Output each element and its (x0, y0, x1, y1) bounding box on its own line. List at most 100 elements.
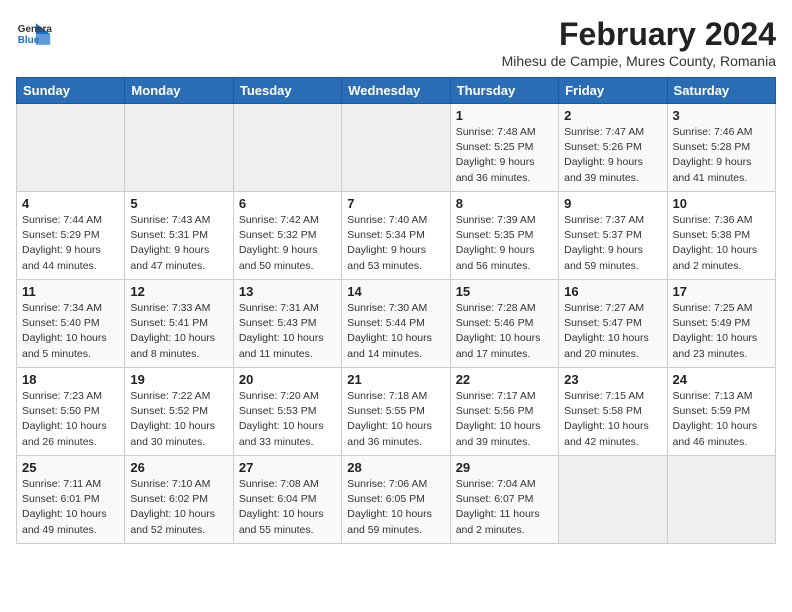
day-number: 16 (564, 284, 661, 299)
calendar-cell: 26 Sunrise: 7:10 AMSunset: 6:02 PMDayligh… (125, 456, 233, 544)
day-info: Sunrise: 7:08 AMSunset: 6:04 PMDaylight:… (239, 477, 336, 538)
calendar-cell: 23 Sunrise: 7:15 AMSunset: 5:58 PMDayligh… (559, 368, 667, 456)
calendar: SundayMondayTuesdayWednesdayThursdayFrid… (16, 77, 776, 544)
day-info: Sunrise: 7:23 AMSunset: 5:50 PMDaylight:… (22, 389, 119, 450)
day-info: Sunrise: 7:10 AMSunset: 6:02 PMDaylight:… (130, 477, 227, 538)
calendar-cell: 1 Sunrise: 7:48 AMSunset: 5:25 PMDaylight… (450, 104, 558, 192)
day-number: 21 (347, 372, 444, 387)
day-info: Sunrise: 7:48 AMSunset: 5:25 PMDaylight:… (456, 125, 553, 186)
day-info: Sunrise: 7:18 AMSunset: 5:55 PMDaylight:… (347, 389, 444, 450)
subtitle: Mihesu de Campie, Mures County, Romania (502, 53, 776, 69)
day-number: 9 (564, 196, 661, 211)
day-info: Sunrise: 7:43 AMSunset: 5:31 PMDaylight:… (130, 213, 227, 274)
calendar-cell: 21 Sunrise: 7:18 AMSunset: 5:55 PMDayligh… (342, 368, 450, 456)
calendar-cell: 18 Sunrise: 7:23 AMSunset: 5:50 PMDayligh… (17, 368, 125, 456)
day-number: 28 (347, 460, 444, 475)
calendar-cell: 14 Sunrise: 7:30 AMSunset: 5:44 PMDayligh… (342, 280, 450, 368)
weekday-header-cell: Saturday (667, 78, 775, 104)
day-info: Sunrise: 7:04 AMSunset: 6:07 PMDaylight:… (456, 477, 553, 538)
day-info: Sunrise: 7:42 AMSunset: 5:32 PMDaylight:… (239, 213, 336, 274)
calendar-cell: 10 Sunrise: 7:36 AMSunset: 5:38 PMDayligh… (667, 192, 775, 280)
day-info: Sunrise: 7:33 AMSunset: 5:41 PMDaylight:… (130, 301, 227, 362)
calendar-cell: 15 Sunrise: 7:28 AMSunset: 5:46 PMDayligh… (450, 280, 558, 368)
day-info: Sunrise: 7:40 AMSunset: 5:34 PMDaylight:… (347, 213, 444, 274)
day-number: 2 (564, 108, 661, 123)
header: General Blue February 2024 Mihesu de Cam… (16, 16, 776, 69)
logo-icon: General Blue (16, 16, 52, 52)
day-info: Sunrise: 7:36 AMSunset: 5:38 PMDaylight:… (673, 213, 770, 274)
day-number: 14 (347, 284, 444, 299)
day-info: Sunrise: 7:06 AMSunset: 6:05 PMDaylight:… (347, 477, 444, 538)
day-info: Sunrise: 7:44 AMSunset: 5:29 PMDaylight:… (22, 213, 119, 274)
calendar-cell: 7Sunrise: 7:40 AMSunset: 5:34 PMDaylight… (342, 192, 450, 280)
calendar-cell: 17Sunrise: 7:25 AMSunset: 5:49 PMDayligh… (667, 280, 775, 368)
calendar-cell: 22Sunrise: 7:17 AMSunset: 5:56 PMDayligh… (450, 368, 558, 456)
day-number: 20 (239, 372, 336, 387)
calendar-cell (17, 104, 125, 192)
day-info: Sunrise: 7:15 AMSunset: 5:58 PMDaylight:… (564, 389, 661, 450)
calendar-week-row: 18 Sunrise: 7:23 AMSunset: 5:50 PMDayligh… (17, 368, 776, 456)
day-number: 12 (130, 284, 227, 299)
calendar-cell: 9 Sunrise: 7:37 AMSunset: 5:37 PMDaylight… (559, 192, 667, 280)
weekday-header-cell: Sunday (17, 78, 125, 104)
calendar-cell: 28 Sunrise: 7:06 AMSunset: 6:05 PMDayligh… (342, 456, 450, 544)
calendar-cell: 25Sunrise: 7:11 AMSunset: 6:01 PMDayligh… (17, 456, 125, 544)
svg-text:General: General (18, 24, 52, 35)
month-title: February 2024 (502, 16, 776, 53)
weekday-header-cell: Thursday (450, 78, 558, 104)
calendar-cell: 3 Sunrise: 7:46 AMSunset: 5:28 PMDaylight… (667, 104, 775, 192)
day-info: Sunrise: 7:27 AMSunset: 5:47 PMDaylight:… (564, 301, 661, 362)
weekday-header: SundayMondayTuesdayWednesdayThursdayFrid… (17, 78, 776, 104)
calendar-cell (667, 456, 775, 544)
calendar-cell (233, 104, 341, 192)
calendar-week-row: 25Sunrise: 7:11 AMSunset: 6:01 PMDayligh… (17, 456, 776, 544)
calendar-body: 1 Sunrise: 7:48 AMSunset: 5:25 PMDaylight… (17, 104, 776, 544)
day-number: 15 (456, 284, 553, 299)
day-number: 22 (456, 372, 553, 387)
day-number: 3 (673, 108, 770, 123)
calendar-week-row: 1 Sunrise: 7:48 AMSunset: 5:25 PMDaylight… (17, 104, 776, 192)
day-number: 5 (130, 196, 227, 211)
calendar-cell (342, 104, 450, 192)
calendar-cell: 5 Sunrise: 7:43 AMSunset: 5:31 PMDaylight… (125, 192, 233, 280)
calendar-cell: 4 Sunrise: 7:44 AMSunset: 5:29 PMDaylight… (17, 192, 125, 280)
day-number: 13 (239, 284, 336, 299)
day-number: 1 (456, 108, 553, 123)
day-number: 18 (22, 372, 119, 387)
calendar-cell: 13 Sunrise: 7:31 AMSunset: 5:43 PMDayligh… (233, 280, 341, 368)
calendar-cell: 29 Sunrise: 7:04 AMSunset: 6:07 PMDayligh… (450, 456, 558, 544)
day-number: 8 (456, 196, 553, 211)
day-number: 11 (22, 284, 119, 299)
calendar-cell: 20 Sunrise: 7:20 AMSunset: 5:53 PMDayligh… (233, 368, 341, 456)
calendar-cell: 24Sunrise: 7:13 AMSunset: 5:59 PMDayligh… (667, 368, 775, 456)
day-number: 25 (22, 460, 119, 475)
day-info: Sunrise: 7:47 AMSunset: 5:26 PMDaylight:… (564, 125, 661, 186)
day-info: Sunrise: 7:39 AMSunset: 5:35 PMDaylight:… (456, 213, 553, 274)
calendar-cell: 11 Sunrise: 7:34 AMSunset: 5:40 PMDayligh… (17, 280, 125, 368)
day-info: Sunrise: 7:20 AMSunset: 5:53 PMDaylight:… (239, 389, 336, 450)
day-number: 4 (22, 196, 119, 211)
calendar-cell: 12 Sunrise: 7:33 AMSunset: 5:41 PMDayligh… (125, 280, 233, 368)
day-number: 23 (564, 372, 661, 387)
calendar-cell: 19 Sunrise: 7:22 AMSunset: 5:52 PMDayligh… (125, 368, 233, 456)
day-number: 19 (130, 372, 227, 387)
day-number: 6 (239, 196, 336, 211)
day-number: 26 (130, 460, 227, 475)
day-info: Sunrise: 7:37 AMSunset: 5:37 PMDaylight:… (564, 213, 661, 274)
day-info: Sunrise: 7:25 AMSunset: 5:49 PMDaylight:… (673, 301, 770, 362)
day-number: 24 (673, 372, 770, 387)
calendar-week-row: 11 Sunrise: 7:34 AMSunset: 5:40 PMDayligh… (17, 280, 776, 368)
day-info: Sunrise: 7:34 AMSunset: 5:40 PMDaylight:… (22, 301, 119, 362)
day-info: Sunrise: 7:28 AMSunset: 5:46 PMDaylight:… (456, 301, 553, 362)
logo: General Blue (16, 16, 52, 52)
day-number: 29 (456, 460, 553, 475)
day-info: Sunrise: 7:30 AMSunset: 5:44 PMDaylight:… (347, 301, 444, 362)
calendar-cell: 27Sunrise: 7:08 AMSunset: 6:04 PMDayligh… (233, 456, 341, 544)
day-info: Sunrise: 7:46 AMSunset: 5:28 PMDaylight:… (673, 125, 770, 186)
day-info: Sunrise: 7:31 AMSunset: 5:43 PMDaylight:… (239, 301, 336, 362)
calendar-cell: 8 Sunrise: 7:39 AMSunset: 5:35 PMDaylight… (450, 192, 558, 280)
svg-text:Blue: Blue (18, 35, 40, 46)
day-number: 10 (673, 196, 770, 211)
day-info: Sunrise: 7:22 AMSunset: 5:52 PMDaylight:… (130, 389, 227, 450)
calendar-week-row: 4 Sunrise: 7:44 AMSunset: 5:29 PMDaylight… (17, 192, 776, 280)
